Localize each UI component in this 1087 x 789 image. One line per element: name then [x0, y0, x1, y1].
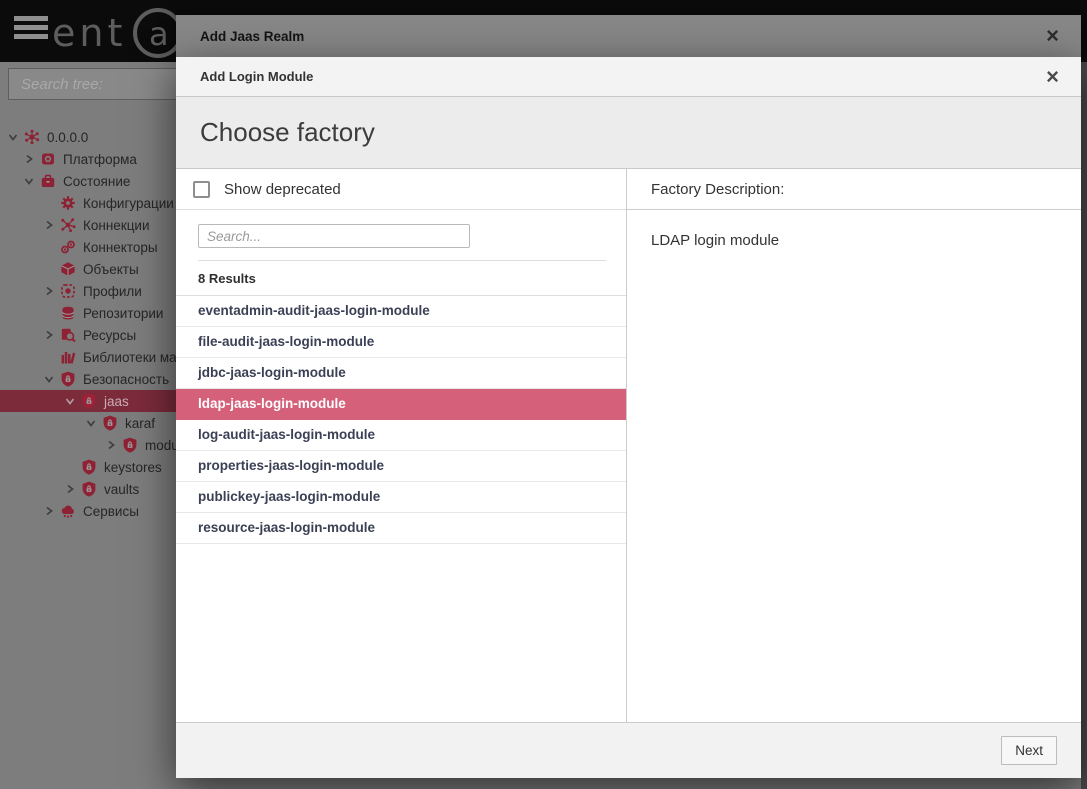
factory-list-item[interactable]: ldap-jaas-login-module [176, 389, 626, 420]
modal-body: Show deprecated 8 Results eventadmin-aud… [176, 169, 1081, 722]
logo-text-left: ent [52, 11, 126, 55]
logo-circle-letter: a [149, 15, 169, 53]
chevron-right-icon[interactable] [106, 440, 122, 450]
tree-item-label: Ресурсы [83, 328, 136, 343]
screen: ent a x 0.0.0.0 Платформа Состояние Конф… [0, 0, 1087, 789]
modal-footer: Next [176, 722, 1081, 778]
outer-modal-header: Add Jaas Realm × [176, 15, 1081, 57]
factory-search-input[interactable] [198, 224, 470, 248]
factory-list-item[interactable]: jdbc-jaas-login-module [176, 358, 626, 389]
results-count: 8 Results [176, 261, 626, 296]
connections-icon [60, 217, 76, 233]
chevron-down-icon[interactable] [8, 132, 24, 142]
modal-close-icon[interactable]: × [1046, 66, 1059, 88]
factory-description-panel: Factory Description: LDAP login module [627, 169, 1081, 722]
chevron-right-icon[interactable] [44, 330, 60, 340]
factory-list-panel: Show deprecated 8 Results eventadmin-aud… [176, 169, 627, 722]
objects-icon [60, 261, 76, 277]
page-title: Choose factory [200, 117, 375, 148]
show-deprecated-row: Show deprecated [176, 169, 626, 210]
show-deprecated-label: Show deprecated [224, 181, 341, 198]
chevron-right-icon[interactable] [44, 506, 60, 516]
services-icon [60, 503, 76, 519]
tree-item-label: Состояние [63, 174, 130, 189]
chevron-down-icon[interactable] [24, 176, 40, 186]
chevron-down-icon[interactable] [44, 374, 60, 384]
repositories-icon [60, 305, 76, 321]
factory-description-header: Factory Description: [627, 169, 1081, 210]
tree-item-label: keystores [104, 460, 162, 475]
shield-icon [81, 481, 97, 497]
next-button[interactable]: Next [1001, 736, 1057, 765]
tree-item-label: jaas [104, 394, 129, 409]
chevron-down-icon[interactable] [65, 396, 81, 406]
tree-item-label: karaf [125, 416, 155, 431]
chevron-right-icon[interactable] [44, 220, 60, 230]
shield-icon [122, 437, 138, 453]
tree-item-label: 0.0.0.0 [47, 130, 88, 145]
libraries-icon [60, 349, 76, 365]
profiles-icon [60, 283, 76, 299]
factory-description-text: LDAP login module [627, 210, 1081, 271]
shield-icon [102, 415, 118, 431]
tree-item-label: Репозитории [83, 306, 163, 321]
configurations-icon [60, 195, 76, 211]
outer-modal-close-icon[interactable]: × [1046, 25, 1059, 47]
modal-header: Add Login Module × [176, 57, 1081, 97]
tree-item-label: Коннекции [83, 218, 150, 233]
chevron-down-icon[interactable] [86, 418, 102, 428]
chevron-right-icon[interactable] [44, 286, 60, 296]
chevron-right-icon[interactable] [65, 484, 81, 494]
tree-item-label: Профили [83, 284, 142, 299]
factory-list-item[interactable]: resource-jaas-login-module [176, 513, 626, 544]
shield-icon [60, 371, 76, 387]
tree-item-label: Конфигурации [83, 196, 174, 211]
modal-heading-band: Choose factory [176, 97, 1081, 169]
factory-list-item[interactable]: log-audit-jaas-login-module [176, 420, 626, 451]
factory-list: eventadmin-audit-jaas-login-modulefile-a… [176, 296, 626, 722]
shield-icon [81, 459, 97, 475]
entaxy-logo: ent a x [52, 4, 192, 62]
tree-item-label: vaults [104, 482, 139, 497]
tree-item-label: Безопасность [83, 372, 169, 387]
tree-item-label: Сервисы [83, 504, 139, 519]
connectors-icon [60, 239, 76, 255]
resources-icon [60, 327, 76, 343]
tree-item-label: Платформа [63, 152, 137, 167]
chevron-right-icon[interactable] [24, 154, 40, 164]
tree-item-label: Объекты [83, 262, 139, 277]
show-deprecated-checkbox[interactable] [193, 181, 210, 198]
hub-icon [24, 129, 40, 145]
factory-list-item[interactable]: file-audit-jaas-login-module [176, 327, 626, 358]
hamburger-menu-icon[interactable] [14, 16, 48, 46]
add-login-module-modal: Add Login Module × Choose factory Show d… [176, 57, 1081, 778]
background-right-strip [1081, 62, 1087, 789]
factory-search [176, 210, 626, 248]
modal-title: Add Login Module [200, 69, 313, 84]
platform-icon [40, 151, 56, 167]
shield-icon [81, 393, 97, 409]
state-icon [40, 173, 56, 189]
factory-list-item[interactable]: properties-jaas-login-module [176, 451, 626, 482]
tree-item-label: Коннекторы [83, 240, 158, 255]
factory-list-item[interactable]: publickey-jaas-login-module [176, 482, 626, 513]
factory-list-item[interactable]: eventadmin-audit-jaas-login-module [176, 296, 626, 327]
outer-modal-title: Add Jaas Realm [200, 29, 304, 44]
